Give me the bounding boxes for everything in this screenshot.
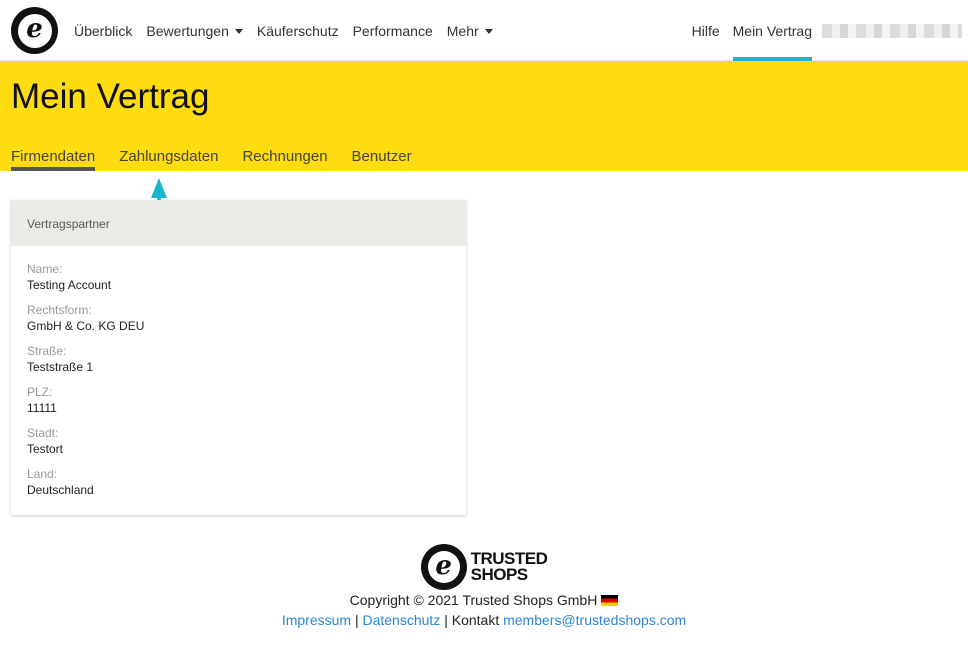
field-strasse: Straße: Teststraße 1: [27, 344, 450, 376]
field-value: Deutschland: [27, 483, 94, 497]
contract-partner-card: Vertragspartner Name: Testing Account Re…: [11, 200, 466, 515]
field-value: Testing Account: [27, 278, 112, 292]
footer-logo-text: TRUSTED SHOPS: [470, 550, 548, 584]
field-plz: PLZ: 11111: [27, 385, 450, 417]
field-rechtsform: Rechtsform: GmbH & Co. KG DEU: [27, 303, 450, 335]
nav-label: Mein Vertrag: [732, 22, 812, 39]
nav-item-ueberblick[interactable]: Überblick: [74, 23, 132, 39]
nav-item-mehr[interactable]: Mehr: [447, 23, 493, 39]
user-nav: Hilfe Mein Vertrag: [692, 0, 968, 61]
nav-label: Käuferschutz: [256, 22, 339, 39]
copyright: Copyright © 2021 Trusted Shops GmbH: [0, 592, 968, 608]
nav-label: Bewertungen: [146, 22, 229, 39]
caret-down-icon: [484, 28, 493, 34]
top-navbar: e Überblick Bewertungen Käuferschutz Per…: [0, 0, 968, 61]
logo-e-icon: e: [26, 14, 43, 44]
footer: e TRUSTED SHOPS Copyright © 2021 Trusted…: [0, 544, 968, 628]
kontakt-label: Kontakt: [451, 612, 500, 628]
page-header: Mein Vertrag Firmendaten Zahlungsdaten R…: [0, 61, 968, 171]
field-label: PLZ:: [27, 385, 53, 399]
field-label: Straße:: [27, 344, 67, 358]
nav-item-kaeuferschutz[interactable]: Käuferschutz: [257, 23, 339, 39]
separator: |: [354, 612, 359, 628]
email-link[interactable]: members@trustedshops.com: [503, 612, 686, 628]
separator: |: [444, 612, 448, 628]
field-name: Name: Testing Account: [27, 262, 450, 294]
page-title: Mein Vertrag: [11, 77, 210, 116]
trusted-shops-logo[interactable]: e: [11, 7, 58, 54]
card-body: Name: Testing Account Rechtsform: GmbH &…: [11, 246, 466, 524]
field-value: Testort: [27, 442, 64, 456]
field-label: Land:: [27, 467, 58, 481]
field-value: GmbH & Co. KG DEU: [27, 319, 145, 333]
caret-down-icon: [234, 28, 243, 34]
field-land: Land: Deutschland: [27, 467, 450, 499]
tab-benutzer[interactable]: Benutzer: [352, 148, 412, 171]
contract-tabs: Firmendaten Zahlungsdaten Rechnungen Ben…: [11, 148, 436, 171]
field-value: 11111: [27, 401, 57, 415]
nav-item-mein-vertrag[interactable]: Mein Vertrag: [732, 0, 813, 61]
user-account-menu-blurred[interactable]: [822, 23, 962, 38]
field-stadt: Stadt: Testort: [27, 426, 450, 458]
footer-logo: e TRUSTED SHOPS: [420, 544, 548, 590]
tab-firmendaten[interactable]: Firmendaten: [11, 148, 96, 171]
nav-label: Performance: [352, 22, 433, 39]
card-title: Vertragspartner: [11, 200, 466, 246]
impressum-link[interactable]: Impressum: [282, 612, 351, 628]
field-label: Name:: [27, 262, 63, 276]
nav-item-performance[interactable]: Performance: [353, 23, 433, 39]
main-nav: Überblick Bewertungen Käuferschutz Perfo…: [74, 0, 507, 61]
nav-label: Hilfe: [691, 22, 720, 39]
nav-label: Mehr: [446, 22, 479, 39]
footer-logo-icon: e: [420, 544, 467, 590]
tab-rechnungen[interactable]: Rechnungen: [242, 148, 327, 171]
logo-e-icon: e: [435, 550, 452, 581]
tab-zahlungsdaten[interactable]: Zahlungsdaten: [119, 148, 218, 171]
field-value: Teststraße 1: [27, 360, 94, 374]
copyright-text: Copyright © 2021 Trusted Shops GmbH: [349, 592, 598, 608]
field-label: Rechtsform:: [27, 303, 92, 317]
german-flag-icon: [601, 594, 619, 606]
nav-item-hilfe[interactable]: Hilfe: [692, 23, 720, 39]
datenschutz-link[interactable]: Datenschutz: [362, 612, 440, 628]
footer-logo-inner: e: [427, 550, 460, 583]
logo-inner: e: [17, 13, 52, 48]
footer-links: Impressum | Datenschutz | Kontakt member…: [0, 612, 968, 628]
logo-line-2: SHOPS: [470, 565, 529, 584]
nav-item-bewertungen[interactable]: Bewertungen: [146, 23, 243, 39]
field-label: Stadt:: [27, 426, 59, 440]
nav-label: Überblick: [74, 22, 133, 39]
